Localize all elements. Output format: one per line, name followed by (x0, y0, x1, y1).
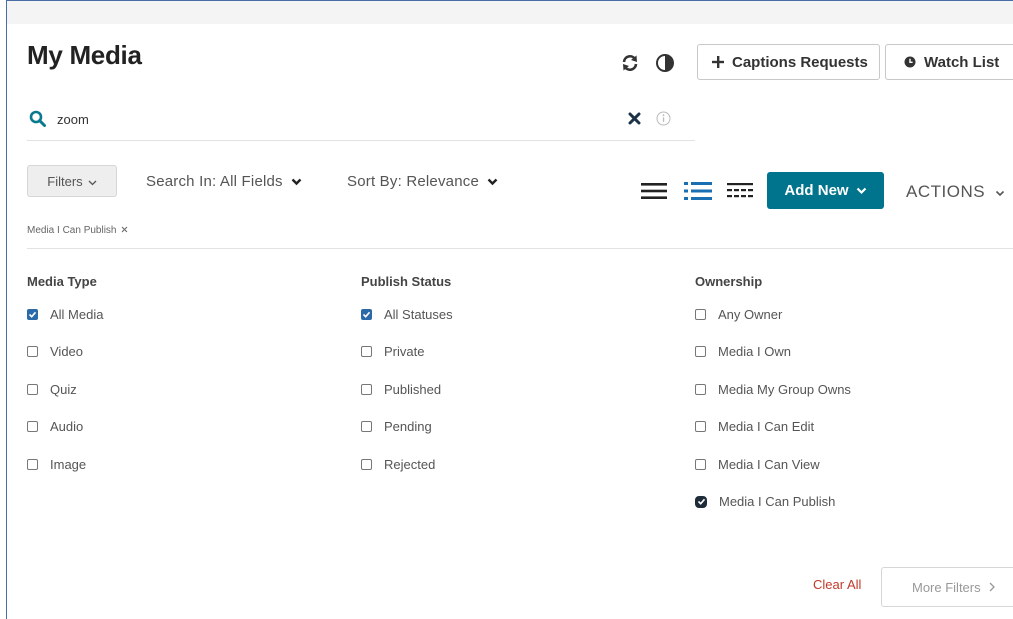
checkbox-checked-icon[interactable] (695, 495, 707, 508)
contrast-icon[interactable] (655, 53, 675, 73)
checkbox-media-i-can-edit[interactable]: Media I Can Edit (695, 419, 814, 434)
checkbox-icon[interactable] (695, 384, 706, 395)
top-band (7, 1, 1013, 24)
checkbox-label: Pending (384, 419, 432, 434)
checkbox-icon[interactable] (361, 421, 372, 432)
checkbox-label: Video (50, 344, 84, 359)
search-in-label: Search In: All Fields (146, 173, 283, 190)
filters-button[interactable]: Filters (27, 165, 117, 197)
close-icon[interactable] (121, 225, 128, 236)
checkbox-icon[interactable] (27, 421, 38, 432)
clock-icon (904, 56, 916, 68)
checkbox-media-i-can-view[interactable]: Media I Can View (695, 457, 820, 472)
checkbox-icon[interactable] (695, 459, 706, 470)
checkbox-media-i-can-publish[interactable]: Media I Can Publish (695, 494, 835, 509)
search-input[interactable] (57, 108, 617, 130)
checkbox-image[interactable]: Image (27, 457, 86, 472)
checkbox-label: Published (384, 382, 442, 397)
checkbox-private[interactable]: Private (361, 344, 424, 359)
checkbox-label: Media I Can Edit (718, 419, 815, 434)
search-bar (27, 102, 695, 141)
checkbox-icon[interactable] (695, 309, 706, 320)
active-filter-label: Media I Can Publish (27, 225, 117, 236)
chevron-right-icon (989, 580, 995, 595)
checkbox-label: Quiz (50, 382, 77, 397)
checkbox-label: Audio (50, 419, 84, 434)
compact-view-icon[interactable] (727, 183, 753, 204)
checkbox-label: Private (384, 344, 425, 359)
checkbox-all-media[interactable]: All Media (27, 307, 103, 322)
checkbox-quiz[interactable]: Quiz (27, 382, 77, 397)
clear-icon[interactable] (628, 112, 641, 130)
checkbox-icon[interactable] (695, 421, 706, 432)
chevron-down-icon (291, 173, 302, 190)
checkbox-all-statuses[interactable]: All Statuses (361, 307, 453, 322)
checkbox-label: Media I Own (718, 344, 791, 359)
watch-list-button[interactable]: Watch List (885, 44, 1013, 80)
captions-requests-button[interactable]: Captions Requests (697, 44, 880, 80)
chevron-down-icon (88, 174, 97, 189)
sort-by-label: Sort By: Relevance (347, 173, 479, 190)
more-filters-label: More Filters (912, 579, 981, 595)
checkbox-media-my-group-owns[interactable]: Media My Group Owns (695, 382, 851, 397)
info-icon[interactable] (656, 111, 671, 131)
add-new-label: Add New (784, 182, 849, 199)
checkbox-audio[interactable]: Audio (27, 419, 83, 434)
detailed-view-icon[interactable] (684, 181, 712, 206)
chevron-down-icon (487, 173, 498, 190)
captions-requests-label: Captions Requests (732, 53, 868, 71)
list-view-icon[interactable] (641, 182, 667, 205)
actions-dropdown[interactable]: ACTIONS (906, 182, 1005, 202)
checkbox-label: Media I Can Publish (719, 494, 836, 509)
clear-all-link[interactable]: Clear All (813, 577, 861, 592)
publish-status-heading: Publish Status (361, 274, 452, 289)
checkbox-label: All Statuses (384, 307, 453, 322)
active-filter-chip[interactable]: Media I Can Publish (27, 225, 128, 236)
more-filters-button[interactable]: More Filters (881, 567, 1013, 607)
page-title: My Media (27, 40, 142, 70)
watch-list-label: Watch List (924, 53, 1000, 71)
refresh-icon[interactable] (620, 53, 640, 73)
actions-label: ACTIONS (906, 182, 986, 201)
checkbox-video[interactable]: Video (27, 344, 83, 359)
checkbox-checked-icon[interactable] (361, 309, 372, 320)
checkbox-icon[interactable] (27, 459, 38, 470)
checkbox-icon[interactable] (361, 346, 372, 357)
filters-label: Filters (47, 173, 83, 189)
chevron-down-icon (856, 182, 867, 199)
checkbox-label: All Media (50, 307, 104, 322)
checkbox-icon[interactable] (695, 346, 706, 357)
window-frame-left (6, 0, 7, 619)
checkbox-icon[interactable] (361, 459, 372, 470)
checkbox-media-i-own[interactable]: Media I Own (695, 344, 791, 359)
add-new-button[interactable]: Add New (767, 172, 884, 209)
checkbox-label: Image (50, 457, 87, 472)
checkbox-label: Any Owner (718, 307, 783, 322)
chevron-down-icon (995, 182, 1005, 202)
checkbox-rejected[interactable]: Rejected (361, 457, 435, 472)
checkbox-icon[interactable] (361, 384, 372, 395)
ownership-heading: Ownership (695, 274, 763, 289)
checkbox-label: Media My Group Owns (718, 382, 851, 397)
media-type-heading: Media Type (27, 274, 97, 289)
checkbox-icon[interactable] (27, 346, 38, 357)
checkbox-any-owner[interactable]: Any Owner (695, 307, 782, 322)
plus-icon (712, 56, 724, 68)
checkbox-published[interactable]: Published (361, 382, 441, 397)
search-icon (29, 110, 47, 133)
divider (27, 248, 1013, 249)
checkbox-pending[interactable]: Pending (361, 419, 432, 434)
search-in-dropdown[interactable]: Search In: All Fields (146, 173, 302, 190)
checkbox-label: Media I Can View (718, 457, 820, 472)
checkbox-label: Rejected (384, 457, 436, 472)
checkbox-icon[interactable] (27, 384, 38, 395)
checkbox-checked-icon[interactable] (27, 309, 38, 320)
sort-by-dropdown[interactable]: Sort By: Relevance (347, 173, 498, 190)
